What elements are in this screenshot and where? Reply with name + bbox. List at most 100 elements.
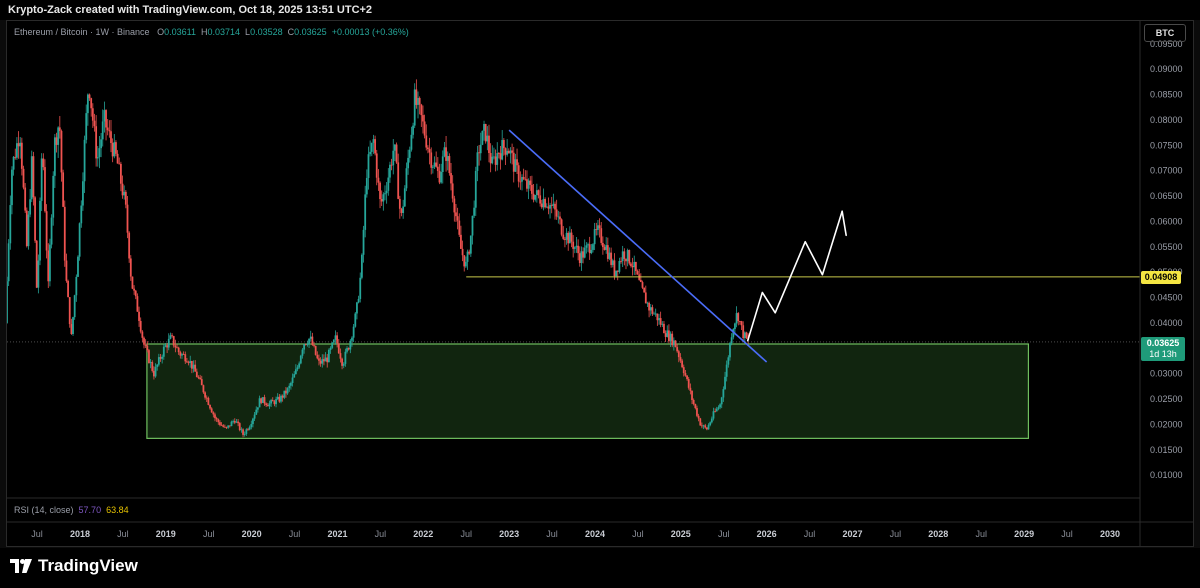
candle-body <box>339 353 342 359</box>
candle-body <box>568 232 571 244</box>
candle-body <box>50 217 53 245</box>
candle-body <box>443 147 446 157</box>
candle-body <box>743 332 746 339</box>
candle-body <box>610 252 613 265</box>
y-tick-label: 0.05500 <box>1150 242 1183 252</box>
candle-body <box>174 345 177 348</box>
candle-body <box>65 260 68 281</box>
candle-body <box>261 397 264 403</box>
candle-body <box>293 374 296 378</box>
candle-body <box>357 298 360 303</box>
y-tick-label: 0.04000 <box>1150 318 1183 328</box>
candle-body <box>535 190 538 195</box>
tradingview-logo[interactable]: TradingView <box>10 556 138 576</box>
candle-body <box>321 359 324 364</box>
candle-body <box>704 425 707 428</box>
candle-body <box>707 425 710 430</box>
candle-body <box>126 204 129 233</box>
candle-body <box>313 344 315 346</box>
candle-body <box>374 139 376 154</box>
candle-body <box>593 229 596 245</box>
candle-body <box>672 340 675 346</box>
candle-body <box>352 326 355 338</box>
candle-body <box>620 260 622 262</box>
candle-body <box>742 325 745 339</box>
candle-body <box>204 392 206 398</box>
candle-body <box>668 330 670 342</box>
candle-body <box>630 263 632 266</box>
candle-body <box>656 313 659 321</box>
candle-body <box>12 156 15 170</box>
candle-body <box>689 387 692 391</box>
candle-body <box>418 98 421 105</box>
candle-body <box>181 354 183 356</box>
candle-body <box>537 190 540 196</box>
candle-body <box>146 345 149 351</box>
candle-body <box>717 407 720 409</box>
candle-body <box>271 400 274 402</box>
candle-body <box>458 220 461 235</box>
candle-body <box>364 194 367 230</box>
candle-body <box>210 408 213 413</box>
currency-button[interactable]: BTC <box>1144 24 1186 42</box>
candle-body <box>623 251 626 259</box>
candle-body <box>453 198 456 213</box>
candle-body <box>456 216 459 221</box>
candle-body <box>580 251 583 263</box>
candle-body <box>225 426 228 428</box>
candle-body <box>116 153 119 164</box>
candle-body <box>463 255 466 267</box>
candle-body <box>14 156 17 158</box>
candle-body <box>572 241 575 249</box>
candle-body <box>32 156 35 198</box>
price-chart[interactable]: 0.095000.090000.085000.080000.075000.070… <box>0 0 1200 588</box>
candle-body <box>308 338 310 345</box>
candle-body <box>298 363 301 368</box>
candle-body <box>214 414 216 419</box>
candle-body <box>91 108 94 121</box>
candle-body <box>403 188 406 207</box>
candle-body <box>423 121 426 136</box>
x-tick-label: 2024 <box>585 529 605 539</box>
candle-body <box>192 364 195 369</box>
candle-body <box>550 204 553 206</box>
candle-body <box>379 182 381 200</box>
candle-body <box>715 408 718 412</box>
x-tick-label: 2021 <box>327 529 347 539</box>
candle-body <box>250 424 253 428</box>
candle-body <box>375 153 378 178</box>
candle-body <box>19 142 22 147</box>
candle-body <box>730 337 733 344</box>
candle-body <box>410 134 413 150</box>
candle-body <box>417 98 419 105</box>
candle-body <box>124 191 127 205</box>
candle-body <box>677 351 680 358</box>
x-tick-label: Jul <box>890 529 902 539</box>
candle-body <box>676 347 679 352</box>
candle-body <box>618 260 621 272</box>
candle-body <box>256 407 259 410</box>
candle-body <box>96 157 99 159</box>
candle-body <box>654 313 657 315</box>
x-tick-label: Jul <box>203 529 215 539</box>
candle-body <box>263 397 266 404</box>
close-value: 0.03625 <box>294 27 327 37</box>
candle-body <box>49 244 51 282</box>
candle-body <box>661 323 664 325</box>
candle-body <box>473 207 476 216</box>
candle-body <box>101 121 104 140</box>
candle-body <box>682 367 685 374</box>
candle-body <box>27 214 30 247</box>
candle-body <box>461 248 464 256</box>
price-axis: 0.095000.090000.085000.080000.075000.070… <box>1150 39 1183 480</box>
candle-body <box>182 354 185 355</box>
candle-body <box>669 333 672 342</box>
candle-body <box>639 279 642 283</box>
candle-body <box>228 425 231 427</box>
candle-body <box>377 177 380 183</box>
y-tick-label: 0.09000 <box>1150 64 1183 74</box>
candle-body <box>519 181 522 183</box>
candle-body <box>455 212 457 217</box>
candle-body <box>100 139 102 149</box>
candle-body <box>326 357 329 363</box>
